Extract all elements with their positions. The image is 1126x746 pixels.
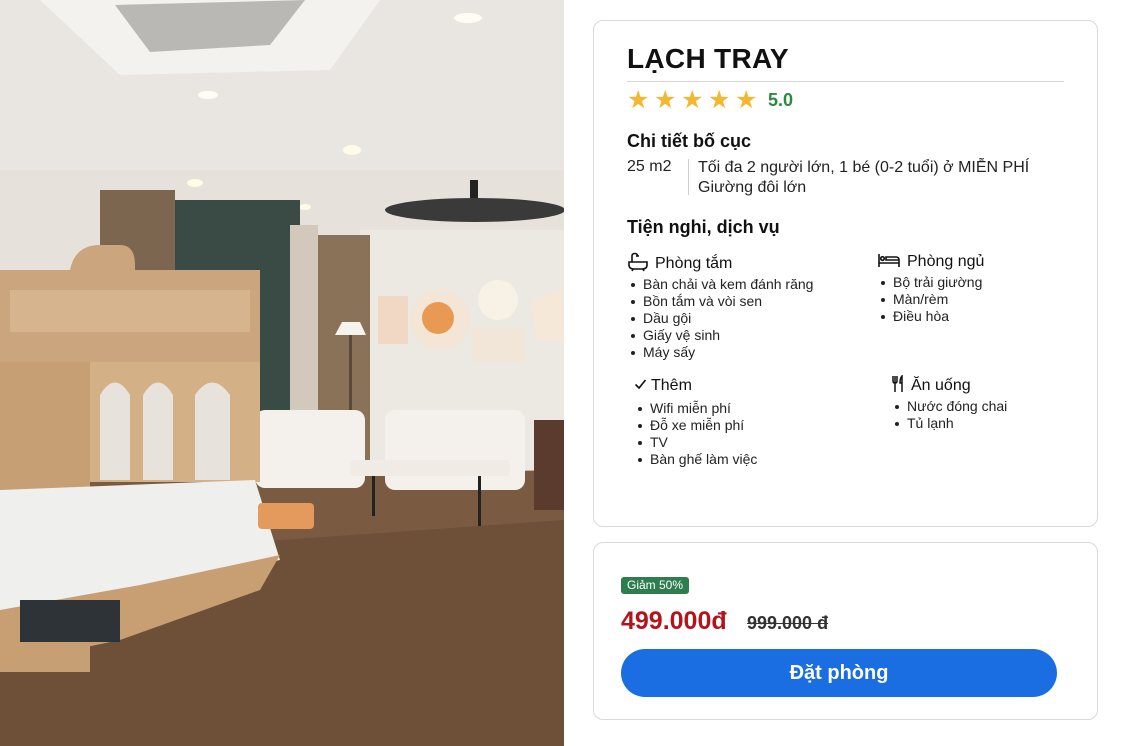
dining-list: Nước đóng chai Tủ lạnh	[891, 398, 1007, 432]
list-item: Giấy vệ sinh	[627, 327, 813, 344]
star-icon: ★	[654, 86, 677, 114]
list-item: Wifi miễn phí	[634, 400, 757, 417]
extra-list: Wifi miễn phí Đỗ xe miễn phí TV Bàn ghế …	[634, 400, 757, 468]
amenity-group-extra: Thêm Wifi miễn phí Đỗ xe miễn phí TV Bàn…	[634, 376, 757, 468]
bathroom-title: Phòng tắm	[655, 255, 733, 272]
star-icon: ★	[627, 86, 650, 114]
discount-badge: Giảm 50%	[621, 577, 690, 594]
list-item: Màn/rèm	[877, 291, 984, 308]
list-item: TV	[634, 434, 757, 451]
bathtub-icon	[627, 252, 649, 277]
room-area: 25 m2	[627, 158, 672, 175]
list-item: Đỗ xe miễn phí	[634, 417, 757, 434]
star-icon: ★	[708, 86, 731, 114]
extra-title: Thêm	[651, 377, 692, 394]
layout-heading: Chi tiết bố cục	[627, 131, 752, 151]
bed-type-text: Giường đôi lớn	[698, 179, 807, 196]
layout-details: Tối đa 2 người lớn, 1 bé (0-2 tuổi) ở MI…	[698, 158, 1029, 198]
original-price: 999.000 đ	[747, 613, 829, 633]
star-icon: ★	[735, 86, 758, 114]
bed-icon	[877, 251, 901, 274]
book-room-button[interactable]: Đặt phòng	[621, 649, 1057, 697]
amenity-group-bathroom: Phòng tắm Bàn chải và kem đánh răng Bồn …	[627, 252, 813, 361]
list-item: Bàn chải và kem đánh răng	[627, 276, 813, 293]
star-icon: ★	[681, 86, 704, 114]
amenity-group-bedroom: Phòng ngủ Bộ trải giường Màn/rèm Điều hò…	[877, 252, 984, 325]
list-item: Máy sấy	[627, 344, 813, 361]
room-info-card: LẠCH TRAY ★ ★ ★ ★ ★ 5.0 Chi tiết bố cục …	[593, 20, 1098, 527]
amenities-heading: Tiện nghi, dịch vụ	[627, 217, 780, 237]
checkmark-icon	[634, 377, 647, 395]
rating-value: 5.0	[768, 90, 794, 110]
list-item: Bàn ghế làm việc	[634, 451, 757, 468]
bedroom-list: Bộ trải giường Màn/rèm Điều hòa	[877, 274, 984, 325]
rating-row: ★ ★ ★ ★ ★ 5.0	[627, 85, 793, 115]
amenity-group-dining: Ăn uống Nước đóng chai Tủ lạnh	[891, 373, 1007, 432]
fork-knife-icon	[891, 373, 905, 398]
price-card: Giảm 50% 499.000đ 999.000 đ Đặt phòng	[593, 542, 1098, 720]
room-name: LẠCH TRAY	[627, 43, 789, 74]
list-item: Bộ trải giường	[877, 274, 984, 291]
list-item: Tủ lạnh	[891, 415, 1007, 432]
list-item: Dầu gội	[627, 310, 813, 327]
room-photo	[0, 0, 564, 746]
title-divider	[627, 81, 1064, 82]
list-item: Nước đóng chai	[891, 398, 1007, 415]
bedroom-title: Phòng ngủ	[907, 253, 985, 270]
layout-divider	[688, 159, 689, 195]
dining-title: Ăn uống	[911, 377, 971, 394]
bathroom-list: Bàn chải và kem đánh răng Bồn tắm và vòi…	[627, 276, 813, 361]
occupancy-text: Tối đa 2 người lớn, 1 bé (0-2 tuổi) ở MI…	[698, 159, 1030, 176]
list-item: Bồn tắm và vòi sen	[627, 293, 813, 310]
current-price: 499.000đ	[621, 607, 727, 635]
list-item: Điều hòa	[877, 308, 984, 325]
